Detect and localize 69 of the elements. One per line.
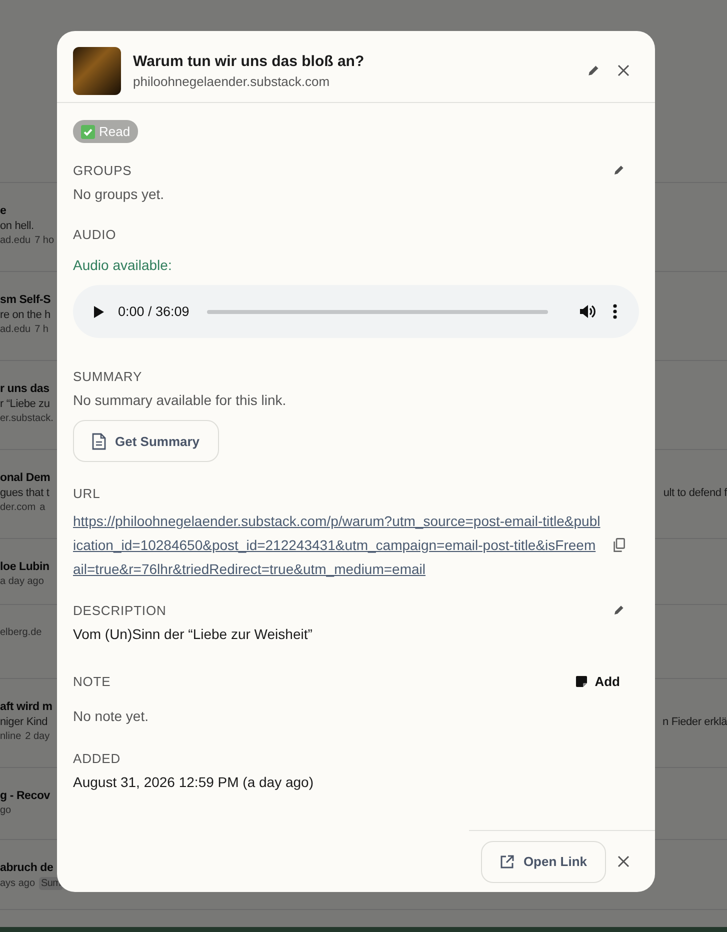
section-label: DESCRIPTION: [73, 602, 166, 618]
item-snippet: n Fieder erklä: [662, 716, 727, 728]
more-button[interactable]: [611, 302, 619, 321]
groups-text: No groups yet.: [73, 186, 166, 202]
summary-text: No summary available for this link.: [73, 392, 288, 408]
item-snippet: gues that t: [0, 487, 50, 499]
item-snippet: niger Kind: [0, 716, 48, 728]
description-text: Vom (Un)Sinn der “Liebe zur Weisheit”: [73, 626, 314, 642]
section-label: URL: [73, 486, 100, 500]
item-snippet: r “Liebe zu: [0, 398, 50, 410]
read-badge: Read: [73, 120, 138, 143]
item-meta: ad.edu: [0, 235, 31, 246]
item-meta: der.com: [0, 502, 36, 513]
more-icon: [613, 304, 617, 319]
get-summary-button[interactable]: Get Summary: [73, 420, 219, 462]
item-meta: nline: [0, 731, 22, 742]
progress-track[interactable]: [207, 310, 548, 314]
item-snippet: re on the h: [0, 309, 50, 321]
item-snippet: ult to defend f: [663, 487, 727, 499]
item-title[interactable]: onal Dem: [0, 472, 50, 484]
section-label: SUMMARY: [73, 368, 142, 384]
open-link-button[interactable]: Open Link: [481, 840, 606, 882]
item-title[interactable]: sm Self-S: [0, 294, 51, 306]
thumbnail-photo: [73, 46, 121, 94]
item-meta: 2 day: [25, 731, 50, 742]
dialog-title: Warum tun wir uns das bloß an?: [133, 52, 366, 70]
item-title[interactable]: r uns das: [0, 383, 50, 395]
item-meta: a: [40, 502, 46, 513]
copy-button[interactable]: [611, 536, 627, 554]
item-meta: er.substack.: [0, 413, 54, 424]
item-meta: 7 h: [34, 324, 48, 335]
time-text: 0:00 / 36:09: [118, 304, 190, 319]
copy-icon: [613, 538, 625, 552]
note-icon: [576, 676, 587, 686]
play-icon: [93, 306, 104, 318]
external-link-icon: [500, 854, 514, 868]
checkmark-icon: [81, 124, 95, 138]
item-title[interactable]: abruch de: [0, 862, 54, 874]
play-button[interactable]: [91, 304, 106, 320]
domain-text: philoohnegelaender.substack.com: [133, 74, 331, 88]
pencil-icon: [613, 164, 625, 176]
item-meta: 7 ho: [34, 235, 54, 246]
pencil-icon: [587, 64, 600, 77]
audio-status: Audio available:: [73, 257, 173, 273]
added-date: August 31, 2026 12:59 PM (a day ago): [73, 774, 314, 790]
edit-button[interactable]: [612, 163, 626, 177]
close-icon: [616, 854, 631, 869]
item-meta: elberg.de: [0, 627, 42, 638]
section-label: GROUPS: [73, 162, 132, 178]
item-meta: go: [0, 805, 12, 816]
item-meta: ays ago: [0, 878, 36, 889]
item-title[interactable]: aft wird m: [0, 701, 52, 713]
url-link[interactable]: https://philoohnegelaender.substack.com/p/warum?utm_source=post-email-title&publication_id=10284650&post_id=212243431&utm_campaign=email-post-title&isFreemail=true&r=76lhr&triedRedirect=true&utm_medium=email: [73, 509, 601, 581]
item-title[interactable]: e: [0, 205, 6, 217]
section-label: AUDIO: [73, 226, 116, 242]
pencil-icon: [613, 604, 625, 616]
edit-button[interactable]: [612, 603, 626, 617]
add-note-button[interactable]: Add: [570, 674, 626, 688]
speaker-icon: [580, 304, 597, 319]
item-meta: ad.edu: [0, 324, 31, 335]
item-title[interactable]: g - Recov: [0, 790, 50, 802]
item-meta: a day ago: [0, 576, 44, 587]
close-icon: [616, 63, 631, 78]
document-icon: [92, 432, 106, 450]
note-text: No note yet.: [73, 708, 150, 724]
section-label: NOTE: [73, 674, 111, 688]
item-snippet: on hell.: [0, 220, 34, 232]
item-title[interactable]: loe Lubin: [0, 561, 50, 573]
section-label: ADDED: [73, 750, 121, 766]
